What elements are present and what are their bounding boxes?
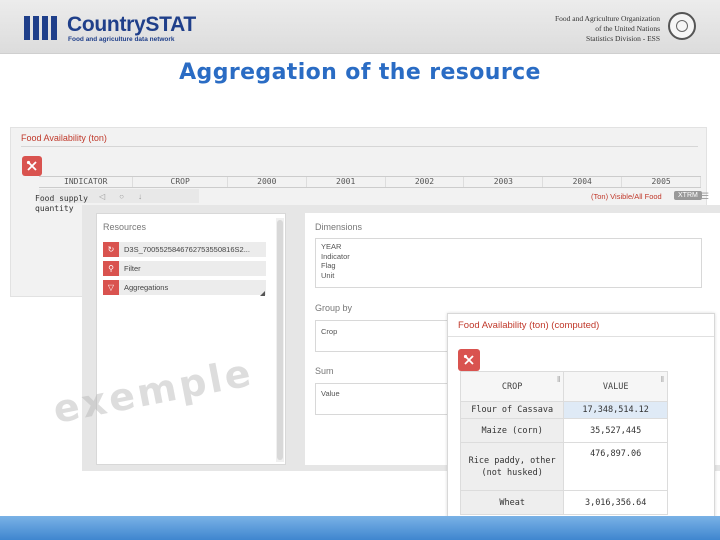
cell-value: 17,348,514.12 (563, 401, 668, 419)
resources-scrollbar[interactable] (276, 218, 284, 462)
resources-panel: Resources ↻ D3S_7005525846762753550816S2… (96, 213, 286, 465)
computed-result-panel: Food Availability (ton) (computed) CROP ‖… (447, 313, 715, 535)
grid-cell-indicator: Food supply quantity (35, 194, 88, 214)
cell-line-1: Food supply (35, 194, 88, 203)
dimension-item[interactable]: Unit (321, 271, 696, 281)
wrench-cross-icon (26, 160, 37, 171)
org-line-3: Statistics Division - ESS (586, 34, 660, 43)
tools-button[interactable] (458, 349, 480, 371)
fao-seal-icon (668, 12, 696, 40)
dimension-item[interactable]: Flag (321, 261, 696, 271)
table-row[interactable]: Rice paddy, other (not husked) 476,897.0… (459, 442, 668, 491)
grid-col-2003[interactable]: 2003 (464, 177, 544, 187)
grid-col-2000[interactable]: 2000 (228, 177, 307, 187)
table-row[interactable]: Wheat 3,016,356.64 (459, 490, 668, 515)
groupby-title: Group by (315, 303, 353, 313)
cell-value: 35,527,445 (563, 418, 668, 443)
dimensions-list[interactable]: YEAR Indicator Flag Unit (315, 238, 702, 288)
divider (448, 336, 714, 337)
org-line-2: of the United Nations (595, 24, 660, 33)
brand-tagline: Food and agriculture data network (68, 36, 175, 43)
groupby-dropzone[interactable]: Crop (315, 320, 455, 352)
grid-col-crop[interactable]: CROP (133, 177, 228, 187)
grid-panel-title: Food Availability (ton) (21, 133, 107, 143)
cell-crop: Flour of Cassava (459, 401, 565, 419)
grid-badge[interactable]: XTRM (674, 191, 702, 200)
arrow-down-icon[interactable]: ↓ (138, 192, 142, 201)
grid-col-2001[interactable]: 2001 (307, 177, 386, 187)
cell-crop: Wheat (459, 490, 565, 515)
col-value[interactable]: VALUE ‖ (563, 371, 668, 402)
menu-icon[interactable]: ☰ (701, 191, 709, 202)
funnel-icon: ▽ (103, 280, 119, 295)
filter-icon: ⚲ (103, 261, 119, 276)
cell-crop: Maize (corn) (459, 418, 565, 443)
wrench-cross-icon (463, 354, 474, 365)
table-row[interactable]: Flour of Cassava 17,348,514.12 (459, 401, 668, 419)
grid-col-indicator[interactable]: INDICATOR (39, 177, 134, 187)
countrystat-logo-icon (24, 16, 57, 40)
cell-crop: Rice paddy, other (not husked) (459, 442, 565, 491)
computed-panel-title: Food Availability (ton) (computed) (458, 320, 600, 331)
resources-title: Resources (103, 222, 147, 232)
resource-label: Filter (124, 264, 141, 273)
table-header-row: CROP ‖ VALUE ‖ (459, 371, 668, 402)
resource-label: Aggregations (124, 283, 169, 292)
brand-name: CountrySTAT (67, 13, 196, 36)
fao-org-text: Food and Agriculture Organization of the… (555, 14, 660, 44)
grid-right-note: (Ton) Visible/All Food (591, 192, 662, 201)
sum-dropzone[interactable]: Value (315, 383, 455, 415)
circle-icon[interactable]: ○ (119, 192, 124, 201)
slide-title: Aggregation of the resource (179, 60, 541, 85)
resource-item-aggregations[interactable]: ▽ Aggregations (103, 280, 266, 295)
grid-col-2004[interactable]: 2004 (543, 177, 623, 187)
tools-button[interactable] (22, 156, 42, 176)
dimensions-title: Dimensions (315, 222, 363, 232)
collapse-icon[interactable]: ◁ (99, 192, 105, 201)
cell-value: 476,897.06 (563, 442, 668, 491)
divider (21, 146, 698, 147)
resize-handle[interactable] (260, 291, 265, 296)
column-menu-icon[interactable]: ‖ (557, 375, 560, 384)
dimension-item[interactable]: YEAR (321, 242, 696, 252)
sum-title: Sum (315, 366, 334, 376)
dimension-item[interactable]: Indicator (321, 252, 696, 262)
column-menu-icon[interactable]: ‖ (661, 375, 664, 384)
cell-value: 3,016,356.64 (563, 490, 668, 515)
resource-item-filter[interactable]: ⚲ Filter (103, 261, 266, 276)
header-bar: CountrySTAT Food and agriculture data ne… (0, 0, 720, 54)
grid-col-2002[interactable]: 2002 (386, 177, 465, 187)
cell-line-2: quantity (35, 204, 74, 213)
grid-header-row: INDICATOR CROP 2000 2001 2002 2003 2004 … (39, 176, 701, 188)
groupby-item[interactable]: Crop (321, 327, 337, 336)
org-line-1: Food and Agriculture Organization (554, 14, 660, 23)
grid-col-2005[interactable]: 2005 (622, 177, 701, 187)
resource-item-dataset[interactable]: ↻ D3S_7005525846762753550816S2... (103, 242, 266, 257)
footer-bar (0, 516, 720, 540)
table-row[interactable]: Maize (corn) 35,527,445 (459, 418, 668, 443)
sum-item[interactable]: Value (321, 389, 340, 398)
col-crop[interactable]: CROP ‖ (459, 371, 565, 402)
resource-label: D3S_7005525846762753550816S2... (124, 245, 250, 254)
computed-table: CROP ‖ VALUE ‖ Flour of Cassava 17,348,514… (459, 371, 668, 515)
refresh-icon: ↻ (103, 242, 119, 257)
